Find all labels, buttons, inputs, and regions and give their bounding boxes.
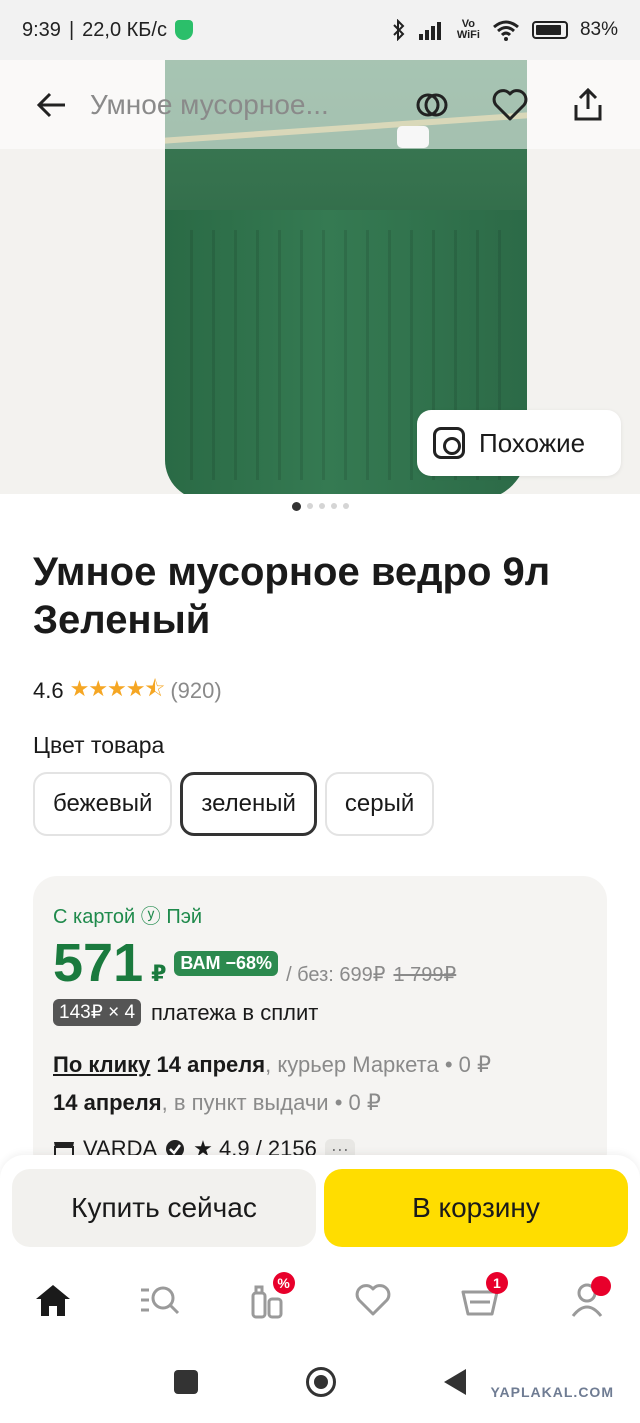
reviews-count: (920) [170, 678, 222, 703]
compare-icon[interactable] [404, 77, 460, 133]
pagination-dot [330, 503, 337, 509]
similar-label: Похожие [479, 427, 586, 458]
buy-now-button[interactable]: Купить сейчас [12, 1168, 316, 1247]
nav-actions [404, 77, 616, 133]
delivery-courier-rest: , курьер Маркета • 0 ₽ [265, 1052, 491, 1077]
discount-badge: ВАМ −68% [174, 950, 279, 976]
gallery-pagination [0, 502, 640, 511]
price-currency: ₽ [151, 961, 167, 986]
similar-button[interactable]: Похожие [417, 410, 621, 476]
color-option-green[interactable]: зеленый [180, 772, 317, 836]
vowifi-bottom: WiFi [456, 29, 480, 41]
price-card: С картой ⓨ Пэй 571 ₽ ВАМ −68% / без: 699… [33, 876, 607, 1176]
tab-catalog[interactable] [130, 1270, 190, 1330]
watermark: YAPLAKAL.COM [490, 1384, 614, 1400]
cart-badge: 1 [485, 1272, 508, 1294]
back-triangle-icon[interactable] [444, 1368, 466, 1395]
recent-apps-icon[interactable] [174, 1369, 198, 1394]
split-badge: 143₽ × 4 [53, 999, 142, 1026]
battery-level: 83% [579, 19, 618, 40]
vowifi-icon: Vo WiFi [457, 19, 480, 41]
rating-value: 4.6 [33, 678, 64, 703]
status-bar: 9:39 | 22,0 КБ/с Vo WiFi 83% [0, 0, 640, 60]
top-nav: Умное мусорное... [0, 60, 640, 149]
color-label: Цвет товара [33, 732, 165, 758]
product-title: Умное мусорное ведро 9л Зеленый [33, 550, 551, 642]
share-icon[interactable] [560, 77, 616, 133]
split-row[interactable]: 143₽ × 4 платежа в сплит [53, 999, 587, 1026]
heart-icon[interactable] [482, 77, 538, 133]
tab-bar: % 1 [0, 1260, 640, 1340]
home-button-icon[interactable] [306, 1366, 336, 1397]
delivery-courier-link[interactable]: По клику [53, 1052, 150, 1077]
delivery-pickup-date: 14 апреля [53, 1090, 162, 1115]
price-value: 571 [53, 933, 144, 993]
battery-icon [531, 21, 568, 39]
old-price: 1 799₽ [393, 964, 457, 986]
action-bar: Купить сейчас В корзину [0, 1155, 640, 1260]
network-speed: 22,0 КБ/с [82, 18, 167, 41]
card-promo[interactable]: С картой ⓨ Пэй [53, 900, 587, 929]
rating-stars-icon: ★★★★⯪ [69, 676, 166, 701]
price-row: 571 ₽ ВАМ −68% / без: 699₽ 1 799₽ [53, 933, 587, 993]
split-text: платежа в сплит [151, 999, 319, 1025]
bluetooth-icon [393, 19, 405, 41]
tab-favorites[interactable] [343, 1270, 403, 1330]
color-option-gray[interactable]: серый [324, 772, 435, 836]
pagination-dot-active [291, 502, 301, 511]
status-right: Vo WiFi 83% [391, 19, 618, 41]
tab-profile[interactable] [557, 1270, 617, 1330]
tab-discounts[interactable]: % [237, 1270, 297, 1330]
delivery-info: По клику 14 апреля, курьер Маркета • 0 ₽… [53, 1046, 587, 1122]
pagination-dot [342, 503, 349, 509]
discounts-badge: % [272, 1272, 295, 1294]
delivery-courier[interactable]: По клику 14 апреля, курьер Маркета • 0 ₽ [53, 1046, 587, 1084]
status-left: 9:39 | 22,0 КБ/с [22, 19, 193, 42]
tab-home[interactable] [23, 1270, 83, 1330]
shield-icon [174, 20, 193, 40]
back-arrow-icon[interactable] [24, 77, 80, 133]
delivery-pickup-rest: , в пункт выдачи • 0 ₽ [161, 1090, 381, 1115]
add-to-cart-button[interactable]: В корзину [324, 1168, 628, 1247]
delivery-pickup[interactable]: 14 апреля, в пункт выдачи • 0 ₽ [53, 1084, 587, 1122]
color-options: бежевый зеленый серый [33, 772, 435, 836]
delivery-courier-date: 14 апреля [156, 1052, 266, 1077]
status-time: 9:39 [22, 18, 61, 41]
favorites-icon [355, 1284, 391, 1316]
home-icon [36, 1285, 71, 1316]
tab-cart[interactable]: 1 [450, 1270, 510, 1330]
price-without-card: / без: 699₽ [286, 964, 386, 986]
pagination-dot [306, 503, 313, 509]
rating-row[interactable]: 4.6 ★★★★⯪ (920) [33, 672, 222, 710]
catalog-search-icon [140, 1286, 180, 1315]
signal-icon [418, 22, 441, 40]
wifi-icon [493, 20, 519, 41]
color-option-beige[interactable]: бежевый [33, 772, 173, 836]
nav-title[interactable]: Умное мусорное... [90, 89, 390, 121]
system-nav-bar [0, 1340, 640, 1423]
pagination-dot [318, 503, 325, 509]
scan-icon [433, 427, 465, 459]
profile-notification-dot [590, 1276, 611, 1296]
status-divider: | [68, 18, 75, 41]
